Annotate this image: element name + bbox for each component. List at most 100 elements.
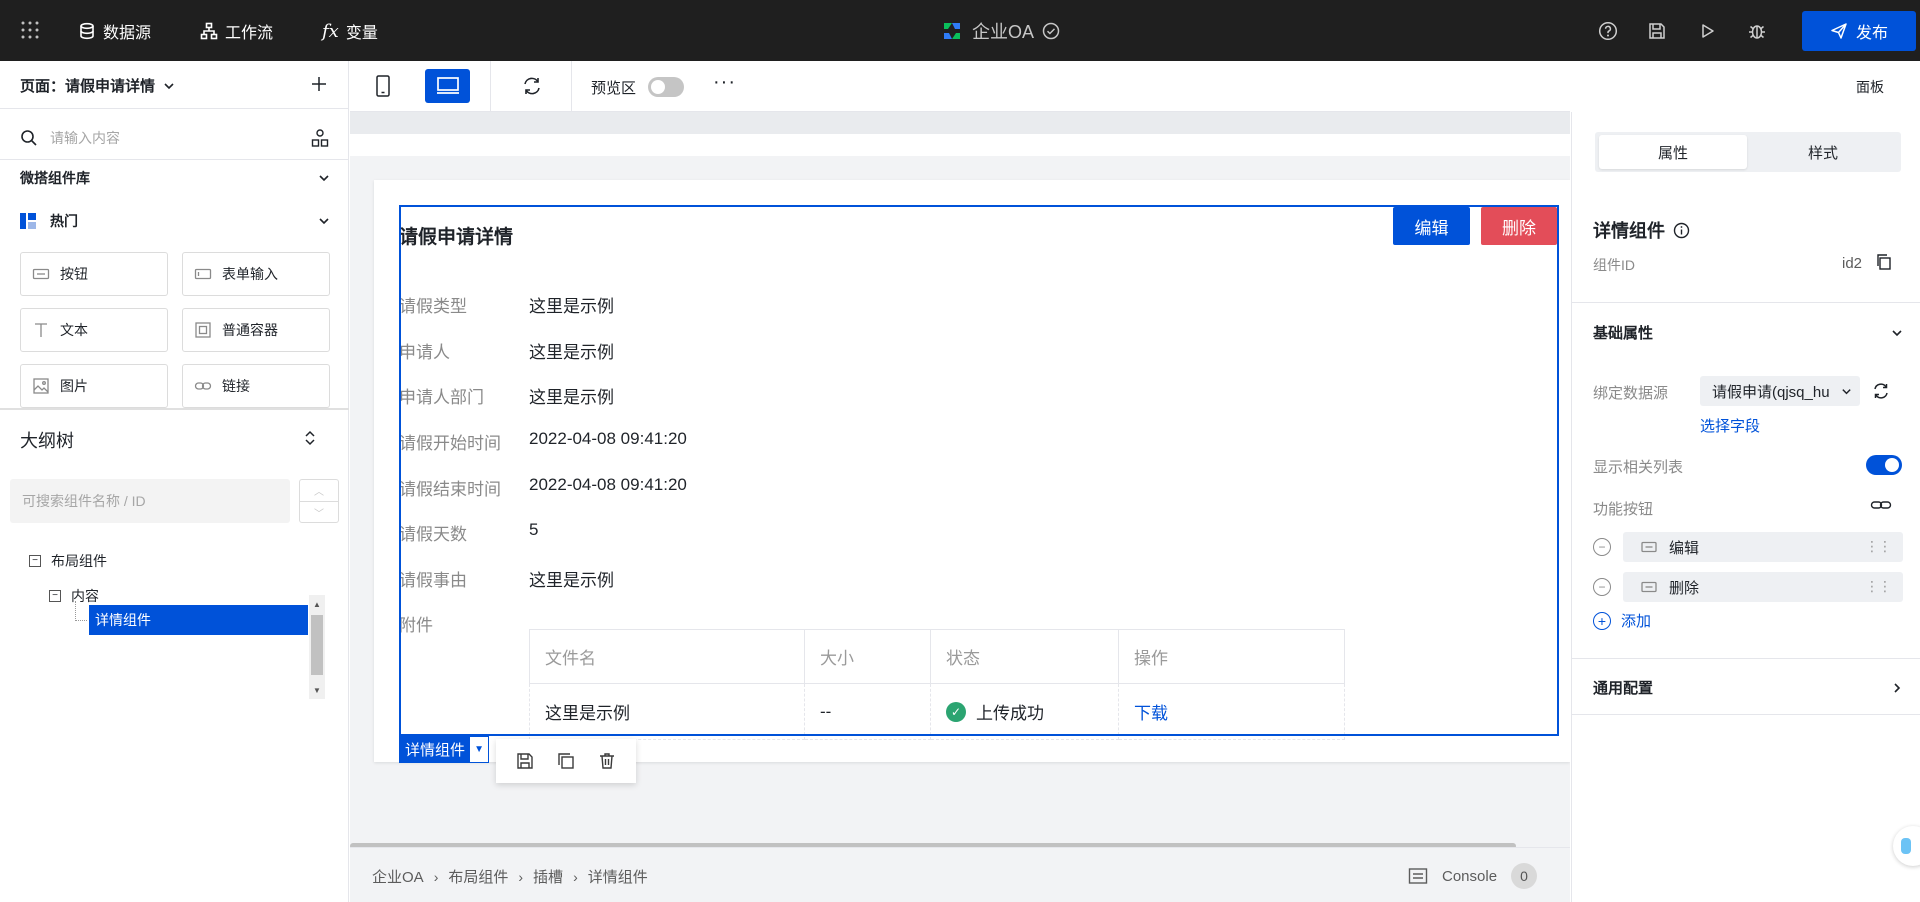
chevron-right-icon: › [573, 868, 578, 885]
breadcrumb-item[interactable]: 企业OA [372, 866, 424, 887]
selection-toolbar [496, 739, 636, 783]
component-link[interactable]: 链接 [182, 364, 330, 408]
drag-handle-icon[interactable]: ⋮⋮ [1865, 578, 1892, 595]
chevron-down-icon [1892, 329, 1902, 336]
scroll-down-icon[interactable]: ▼ [309, 683, 325, 697]
scroll-up-icon[interactable]: ▲ [309, 597, 325, 611]
hot-category-label: 热门 [50, 213, 78, 229]
basic-properties-header[interactable]: 基础属性 [1593, 322, 1903, 343]
drag-handle-icon[interactable]: ⋮⋮ [1865, 538, 1892, 555]
outline-search [10, 479, 290, 523]
variables-nav[interactable]: fx 变量 [322, 19, 378, 43]
debug-icon[interactable] [1746, 20, 1768, 42]
attachment-table: 文件名 大小 状态 操作 这里是示例 -- ✓ 上传成功 下载 [529, 629, 1345, 740]
trash-icon[interactable] [597, 751, 617, 771]
outline-search-input[interactable] [22, 493, 282, 509]
chevron-down-icon[interactable]: ﹀ [300, 501, 338, 522]
status-text: 上传成功 [976, 704, 1044, 723]
collapse-icon[interactable]: − [49, 590, 61, 602]
tree-node-label: 详情组件 [95, 612, 151, 628]
datasource-select[interactable]: 请假申请(qjsq_hu [1700, 376, 1860, 406]
tree-node-detail-selected[interactable]: 详情组件 [89, 605, 308, 635]
run-icon[interactable] [1696, 20, 1718, 42]
function-button-label: 删除 [1669, 579, 1700, 597]
chevron-right-icon [1894, 682, 1901, 693]
remove-icon[interactable]: − [1593, 538, 1611, 556]
database-icon [80, 22, 94, 40]
save-icon[interactable] [1646, 20, 1668, 42]
info-icon[interactable] [1673, 222, 1690, 239]
field-value: 这里是示例 [529, 297, 614, 316]
desktop-view-button[interactable] [425, 69, 470, 103]
preview-toggle[interactable] [648, 77, 684, 97]
expand-collapse-icon[interactable] [300, 428, 320, 448]
chevron-up-icon[interactable]: ︿ [300, 480, 338, 501]
component-text[interactable]: 文本 [20, 308, 168, 352]
component-label: 链接 [222, 378, 250, 394]
component-search-input[interactable] [50, 130, 290, 146]
search-icon [21, 130, 37, 146]
component-label: 按钮 [60, 266, 88, 282]
help-icon[interactable] [1597, 20, 1619, 42]
tab-properties[interactable]: 属性 [1599, 135, 1747, 169]
panel-toggle[interactable]: 面板 [1856, 77, 1884, 97]
add-page-button[interactable] [309, 74, 329, 94]
tree-scrollbar[interactable]: ▲ ▼ [309, 595, 325, 699]
general-config-header[interactable]: 通用配置 [1593, 677, 1903, 698]
edit-button[interactable]: 编辑 [1393, 207, 1470, 245]
delete-button[interactable]: 删除 [1481, 207, 1557, 245]
scroll-thumb[interactable] [311, 615, 323, 675]
component-filter-icon[interactable] [310, 128, 330, 148]
datasource-nav[interactable]: 数据源 [78, 19, 151, 43]
console-toggle[interactable]: Console 0 [1408, 863, 1538, 889]
function-button-box[interactable]: 编辑 ⋮⋮ [1623, 532, 1903, 562]
copy-icon[interactable] [556, 751, 576, 771]
publish-button[interactable]: 发布 [1802, 11, 1916, 51]
show-related-toggle[interactable] [1866, 455, 1902, 475]
divider [1572, 714, 1920, 715]
tab-styles[interactable]: 样式 [1749, 135, 1897, 169]
more-icon[interactable]: ··· [713, 71, 736, 94]
collapse-icon[interactable]: − [29, 555, 41, 567]
success-check-icon: ✓ [946, 701, 966, 722]
console-count-badge: 0 [1511, 863, 1538, 889]
publish-label: 发布 [1855, 25, 1888, 42]
hot-category-header[interactable]: 热门 [20, 209, 330, 233]
refresh-icon[interactable] [520, 74, 544, 98]
divider [1572, 658, 1920, 659]
component-container[interactable]: 普通容器 [182, 308, 330, 352]
mobile-view-icon[interactable] [371, 74, 395, 98]
plus-circle-icon: + [1593, 611, 1611, 630]
field-label: 申请人 [399, 343, 450, 362]
function-button-box[interactable]: 删除 ⋮⋮ [1623, 572, 1903, 602]
caret-down-icon[interactable]: ▼ [469, 736, 490, 763]
pick-field-link[interactable]: 选择字段 [1700, 415, 1760, 436]
breadcrumb-item[interactable]: 插槽 [533, 866, 563, 887]
component-form-input[interactable]: 表单输入 [182, 252, 330, 296]
breadcrumb-item[interactable]: 布局组件 [448, 866, 508, 887]
component-image[interactable]: 图片 [20, 364, 168, 408]
copy-icon[interactable] [1875, 253, 1893, 271]
desktop-icon [436, 77, 459, 94]
app-grid-icon[interactable] [20, 20, 40, 40]
library-header[interactable]: 微搭组件库 [20, 168, 330, 188]
remove-icon[interactable]: − [1593, 578, 1611, 596]
save-as-template-icon[interactable] [515, 751, 535, 771]
download-link[interactable]: 下载 [1134, 704, 1168, 723]
add-function-button[interactable]: + 添加 [1593, 610, 1651, 631]
refresh-icon[interactable] [1871, 381, 1891, 401]
table-header-row: 文件名 大小 状态 操作 [529, 629, 1345, 684]
add-label: 添加 [1621, 613, 1652, 630]
input-icon [194, 268, 212, 280]
component-button[interactable]: 按钮 [20, 252, 168, 296]
selection-tag[interactable]: 详情组件 ▼ [399, 736, 490, 763]
button-icon [1641, 541, 1657, 553]
workflow-nav[interactable]: 工作流 [200, 19, 273, 43]
outline-stepper[interactable]: ︿ ﹀ [299, 479, 339, 523]
field-row: 请假类型 这里是示例 [399, 292, 1099, 316]
link-icon[interactable] [1870, 497, 1892, 513]
tree-node-layout[interactable]: − 布局组件 [29, 548, 107, 574]
outline-title: 大纲树 [20, 431, 74, 451]
breadcrumb-item[interactable]: 详情组件 [588, 866, 648, 887]
page-selector[interactable]: 页面：请假申请详情 [20, 75, 175, 96]
